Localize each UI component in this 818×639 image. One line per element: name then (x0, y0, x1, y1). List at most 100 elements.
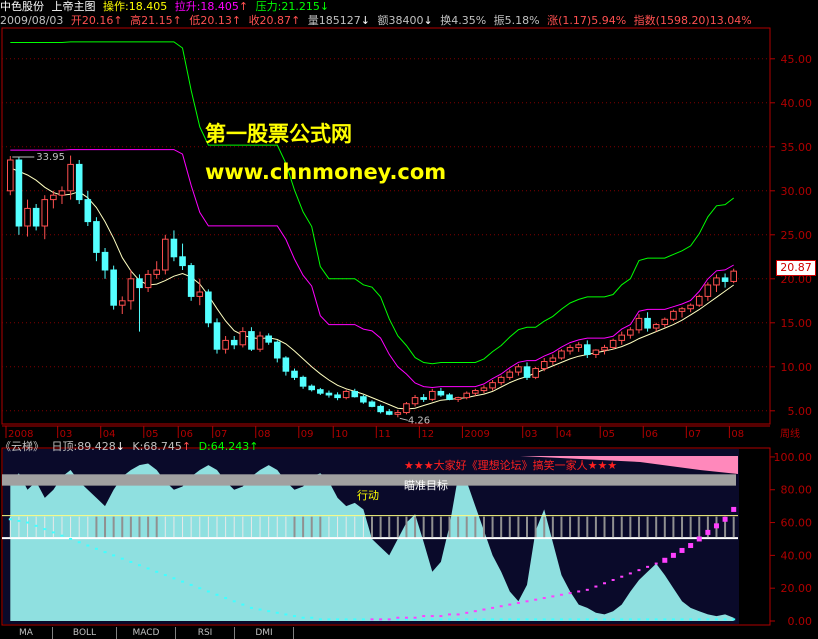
indicator-k: K:68.745 (132, 440, 182, 453)
indicator-magenta-mark (577, 590, 581, 593)
candle-body (162, 238, 169, 271)
candle-body (644, 317, 651, 329)
tab-boll[interactable]: BOLL (53, 627, 117, 639)
candle-body (75, 163, 83, 201)
d-arrow-icon: ↑ (249, 440, 259, 453)
candle-body (317, 389, 324, 394)
candle-body (93, 221, 100, 253)
indicator-dot (551, 618, 555, 621)
indicator-dot (508, 618, 512, 621)
indicator-magenta-mark (670, 552, 676, 558)
indicator-dot (473, 618, 477, 621)
candle-body (153, 269, 161, 275)
y-tick-label: 25.00 (781, 229, 813, 242)
indicator-dot (17, 519, 21, 522)
candle-body (239, 331, 247, 346)
indicator-magenta-mark (413, 616, 417, 619)
indicator-dot (430, 618, 434, 621)
indicator-top: 日顶:89.428 (51, 440, 116, 453)
x-axis-end-label: 周线 (780, 427, 800, 440)
candle-body (497, 376, 505, 384)
y-tick-label: 10.00 (781, 361, 813, 374)
candle-body (575, 344, 582, 348)
tab-rsi[interactable]: RSI (176, 627, 235, 639)
indicator-dot (439, 618, 443, 621)
x-tick-label: 09 (301, 429, 314, 440)
candle-body (15, 159, 23, 227)
indicator-magenta-mark (705, 529, 711, 535)
indicator-magenta-mark (713, 523, 719, 529)
indicator-dot (284, 613, 288, 616)
candle-body (523, 366, 531, 378)
candle-body (635, 317, 643, 331)
indicator-dot (628, 618, 632, 621)
indicator-dot (534, 618, 538, 621)
tab-ma[interactable]: MA (0, 627, 53, 639)
y-tick-label: 5.00 (788, 405, 813, 418)
indicator-magenta-mark (516, 601, 520, 604)
indicator-magenta-mark (603, 582, 607, 585)
aim-target-label: 瞄准目标 (404, 479, 448, 492)
candle-body (687, 304, 694, 310)
indicator-dot (34, 524, 38, 527)
indicator-dot (714, 618, 718, 621)
x-tick-label: 07 (688, 429, 701, 440)
candle-body (273, 341, 281, 359)
high-price-label: 33.95 (36, 152, 65, 163)
indicator-dot (723, 618, 727, 621)
tab-dmi[interactable]: DMI (235, 627, 294, 639)
candle-body (437, 390, 445, 396)
tab-macd[interactable]: MACD (117, 627, 176, 639)
candle-body (454, 397, 462, 400)
indicator-dot (129, 560, 133, 563)
indicator-magenta-mark (620, 575, 624, 578)
indicator-dot (353, 618, 357, 621)
candle-body (308, 385, 316, 391)
low-price-label: 4.26 (408, 415, 430, 426)
watermark-url[interactable]: www.chnmoney.com (205, 160, 446, 184)
indicator-magenta-mark (568, 592, 572, 595)
indicator-magenta-mark (465, 611, 469, 614)
indicator-magenta-mark (559, 593, 563, 596)
indicator-y-tick-label: 100.00 (774, 451, 813, 464)
candle-body (730, 270, 737, 282)
indicator-dot (499, 618, 503, 621)
indicator-dot (43, 528, 47, 531)
indicator-dot (568, 618, 572, 621)
indicator-dot (206, 590, 210, 593)
indicator-magenta-mark (439, 615, 443, 618)
candle-body (377, 405, 384, 413)
indicator-dot (646, 618, 650, 621)
chart-canvas[interactable]: 5.00 10.00 15.00 20.00 25.00 30.00 35.00 40.00 4… (0, 0, 818, 639)
indicator-magenta-mark (688, 543, 694, 549)
indicator-tab-bar: MA BOLL MACD RSI DMI (0, 627, 818, 639)
indicator-name[interactable]: 《云梯》 (0, 440, 44, 453)
indicator-magenta-mark (594, 585, 598, 588)
indicator-dot (249, 606, 253, 609)
candle-body (515, 366, 522, 373)
x-tick-label: 08 (258, 429, 271, 440)
indicator-dot (77, 541, 81, 544)
indicator-dot (697, 618, 701, 621)
indicator-dot (706, 618, 710, 621)
candle-body (463, 392, 471, 399)
indicator-dot (60, 534, 64, 537)
indicator-magenta-mark (379, 618, 383, 621)
indicator-magenta-mark (499, 605, 503, 608)
candle-body (721, 277, 729, 282)
candle-body (480, 387, 488, 392)
k-arrow-icon: ↑ (181, 440, 192, 453)
y-tick-label: 40.00 (781, 97, 813, 110)
candle-body (67, 163, 74, 192)
indicator-dot (292, 615, 296, 618)
indicator-dot (327, 618, 331, 621)
candle-body (222, 339, 229, 350)
indicator-dot (525, 618, 529, 621)
candle-body (609, 339, 617, 348)
indicator-dot (26, 521, 30, 524)
candle-body (695, 295, 703, 306)
indicator-magenta-mark (456, 613, 460, 616)
indicator-banner: ★★★大家好《理想论坛》搞笑一家人★★★ (404, 459, 618, 472)
indicator-dot (181, 580, 185, 583)
indicator-magenta-mark (448, 613, 452, 616)
